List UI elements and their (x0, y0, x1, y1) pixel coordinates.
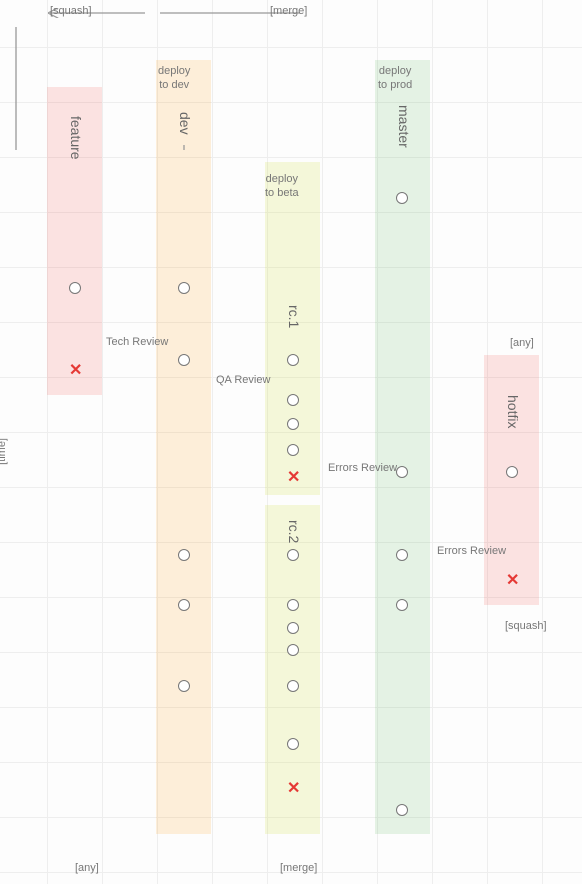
review-tech: Tech Review (106, 336, 168, 348)
commit-node (178, 282, 190, 294)
commit-node (178, 680, 190, 692)
commit-node (396, 804, 408, 816)
review-errors1: Errors Review (328, 462, 397, 474)
commit-node (178, 599, 190, 611)
review-qa: QA Review (216, 374, 270, 386)
axis-label-squash-top: [squash] (50, 5, 92, 17)
text: [squash] (50, 5, 92, 17)
commit-node (396, 599, 408, 611)
lane-dev (156, 60, 211, 834)
text: [time] (0, 438, 8, 465)
commit-node (287, 644, 299, 656)
commit-node (396, 549, 408, 561)
branch-label-hotfix: hotfix (505, 395, 521, 428)
commit-node (287, 354, 299, 366)
branch-end-icon: ✕ (287, 467, 300, 487)
commit-node (396, 192, 408, 204)
axis-label-time: [time] (0, 438, 8, 465)
deploy-label-prod: deployto prod (378, 64, 412, 93)
deploy-label-beta: deployto beta (265, 172, 299, 201)
text: [any] (510, 337, 534, 349)
commit-node (287, 599, 299, 611)
text: deployto prod (378, 65, 412, 91)
commit-node (506, 466, 518, 478)
text: hotfix (505, 395, 521, 428)
text: rc.1 (286, 305, 302, 328)
connectors (0, 0, 300, 150)
commit-node (287, 549, 299, 561)
branch-label-rc2: rc.2 (286, 520, 302, 543)
commit-node (287, 622, 299, 634)
commit-node (178, 549, 190, 561)
text: deployto beta (265, 173, 299, 199)
git-flow-diagram: deployto dev deployto beta deployto prod… (0, 0, 582, 884)
branch-label-rc1: rc.1 (286, 305, 302, 328)
branch-end-icon: ✕ (69, 360, 82, 380)
branch-end-icon: ✕ (506, 570, 519, 590)
commit-node (287, 738, 299, 750)
text: QA Review (216, 374, 270, 386)
axis-label-any-side: [any] (510, 337, 534, 349)
text: [merge] (280, 862, 317, 874)
branch-label-master: master (396, 105, 412, 148)
commit-node (178, 354, 190, 366)
commit-node (287, 680, 299, 692)
text: Errors Review (437, 545, 506, 557)
text: [any] (75, 862, 99, 874)
branch-end-icon: ✕ (287, 778, 300, 798)
commit-node (69, 282, 81, 294)
text: Errors Review (328, 462, 397, 474)
axis-label-merge-bottom: [merge] (280, 862, 317, 874)
axis-label-squash-side: [squash] (505, 620, 547, 632)
text: Tech Review (106, 336, 168, 348)
review-errors2: Errors Review (437, 545, 506, 557)
text: rc.2 (286, 520, 302, 543)
lane-hotfix (484, 355, 539, 605)
commit-node (287, 394, 299, 406)
axis-label-merge-top: [merge] (270, 5, 307, 17)
axis-label-any-bottom: [any] (75, 862, 99, 874)
lane-master (375, 60, 430, 834)
text: [merge] (270, 5, 307, 17)
text: master (396, 105, 412, 148)
text: [squash] (505, 620, 547, 632)
commit-node (287, 418, 299, 430)
commit-node (396, 466, 408, 478)
commit-node (287, 444, 299, 456)
